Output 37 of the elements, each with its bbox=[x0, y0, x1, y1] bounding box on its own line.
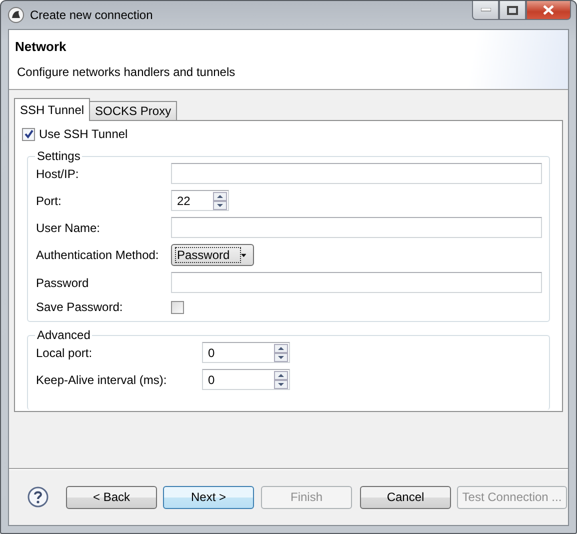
field-label: Host/IP: bbox=[36, 166, 80, 180]
field-label: Local port: bbox=[36, 346, 94, 360]
group-title: Settings bbox=[36, 149, 82, 163]
text-field[interactable] bbox=[171, 163, 542, 184]
window-title: Create new connection bbox=[30, 8, 153, 22]
caret-icon bbox=[240, 252, 246, 258]
page-title: Network bbox=[15, 39, 68, 54]
field-label: Keep-Alive interval (ms): bbox=[36, 372, 168, 386]
minimize-icon bbox=[480, 8, 490, 12]
close-icon bbox=[543, 5, 554, 15]
field-label: User Name: bbox=[36, 220, 102, 234]
field-label: Authentication Method: bbox=[36, 248, 160, 262]
spinner-field[interactable]: 0 bbox=[202, 342, 290, 363]
checkbox[interactable] bbox=[22, 128, 35, 140]
spinner-field[interactable]: 0 bbox=[202, 369, 290, 390]
text-field[interactable] bbox=[171, 217, 542, 238]
field-label: Save Password: bbox=[36, 300, 124, 314]
tab[interactable]: SOCKS Proxy bbox=[89, 101, 178, 120]
checkbox[interactable] bbox=[171, 300, 184, 314]
spinner-field[interactable]: 22 bbox=[171, 190, 229, 211]
field-label: Port: bbox=[36, 194, 62, 208]
dialog-button[interactable]: < Back bbox=[66, 486, 157, 508]
page-description: Configure networks handlers and tunnels bbox=[17, 65, 236, 79]
text-field[interactable] bbox=[171, 272, 542, 293]
app-icon bbox=[8, 7, 24, 23]
checkbox-label: Use SSH Tunnel bbox=[39, 127, 128, 141]
maximize-button[interactable] bbox=[499, 1, 526, 20]
help-icon[interactable] bbox=[27, 486, 49, 508]
tab[interactable]: SSH Tunnel bbox=[14, 98, 90, 121]
minimize-button[interactable] bbox=[472, 1, 499, 20]
dropdown[interactable]: Password bbox=[171, 244, 254, 266]
field-label: Password bbox=[36, 276, 90, 290]
close-button[interactable] bbox=[526, 1, 571, 20]
maximize-icon bbox=[507, 6, 518, 14]
group-title: Advanced bbox=[36, 328, 92, 342]
dialog-button[interactable]: Cancel bbox=[360, 486, 451, 508]
dialog-button[interactable]: Next > bbox=[163, 486, 254, 508]
